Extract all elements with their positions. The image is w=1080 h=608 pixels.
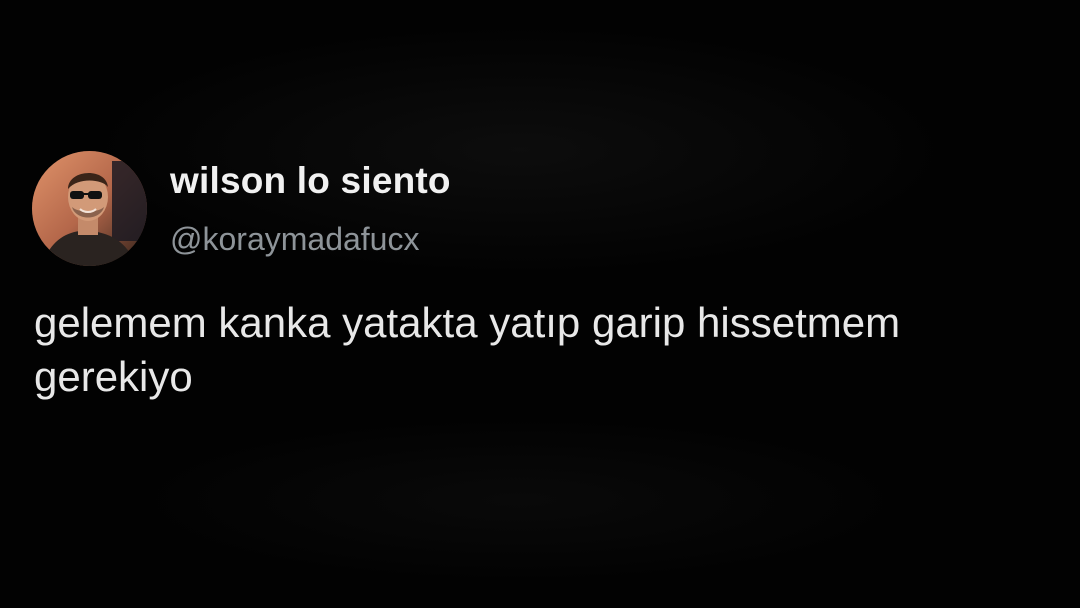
tweet-card: wilson lo siento @koraymadafucx gelemem …: [0, 0, 1080, 608]
tweet-text: gelemem kanka yatakta yatıp garip hisset…: [34, 299, 901, 400]
profile-photo-icon: [32, 151, 147, 266]
avatar[interactable]: [32, 151, 147, 266]
user-handle[interactable]: @koraymadafucx: [170, 221, 419, 258]
display-name[interactable]: wilson lo siento: [170, 160, 451, 202]
